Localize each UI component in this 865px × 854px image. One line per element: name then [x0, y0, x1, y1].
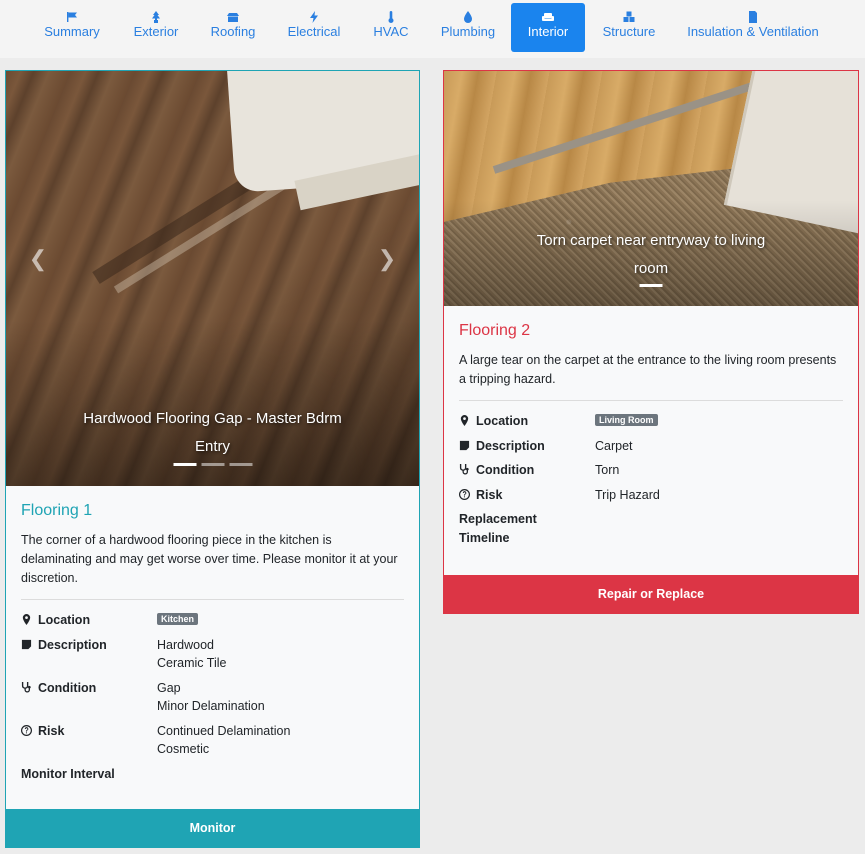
detail-label: Condition [476, 463, 535, 477]
tab-insulation-ventilation[interactable]: Insulation & Ventilation [682, 3, 824, 52]
divider [21, 599, 404, 600]
location-badge: Kitchen [157, 613, 199, 625]
carousel-indicator[interactable] [229, 463, 252, 466]
cubes-icon [595, 3, 663, 23]
detail-label: Risk [38, 723, 65, 738]
photo-carousel[interactable]: Torn carpet near entryway to living room [444, 71, 858, 306]
card-title: Flooring 1 [21, 502, 93, 519]
tab-plumbing[interactable]: Plumbing [434, 3, 502, 52]
tab-label: Structure [602, 24, 656, 39]
divider [459, 400, 843, 401]
detail-label: Condition [38, 680, 97, 695]
tab-label: Exterior [133, 24, 179, 39]
detail-label: Risk [476, 487, 503, 502]
tab-electrical[interactable]: Electrical [281, 3, 347, 52]
tab-summary[interactable]: Summary [36, 3, 108, 52]
category-tabs: Summary Exterior Roofing Electrical HVAC… [0, 0, 865, 58]
tab-label: HVAC [373, 24, 409, 39]
detail-row-description: Description Carpet [459, 437, 843, 456]
detail-value: Continued Delamination [157, 723, 291, 738]
detail-value: Minor Delamination [157, 699, 265, 713]
tree-icon [126, 3, 186, 23]
detail-value: Gap [157, 680, 181, 695]
tab-label: Electrical [287, 24, 341, 39]
tab-label: Insulation & Ventilation [687, 24, 819, 39]
detail-row-location: Location Living Room [459, 412, 843, 431]
detail-value: Hardwood [157, 637, 214, 652]
detail-value: Carpet [595, 438, 633, 453]
location-badge: Living Room [595, 414, 658, 426]
card-description: A large tear on the carpet at the entran… [459, 353, 837, 386]
tab-interior[interactable]: Interior [511, 3, 585, 52]
photo-carousel[interactable]: ❮ ❯ Hardwood Flooring Gap - Master Bdrm … [6, 71, 419, 486]
card-title: Flooring 2 [459, 322, 531, 339]
stethoscope-icon [459, 464, 469, 475]
detail-row-condition: Condition Gap Minor Delamination [21, 679, 404, 716]
roof-icon [203, 3, 263, 23]
detail-label: Monitor Interval [21, 766, 115, 781]
detail-label: Replacement Timeline [459, 512, 537, 545]
water-drop-icon [434, 3, 502, 23]
detail-row-timeline: Replacement Timeline [459, 510, 843, 547]
flag-icon [36, 3, 108, 23]
detail-value: Trip Hazard [595, 487, 660, 502]
tab-label: Plumbing [440, 24, 496, 39]
sticky-note-icon [459, 440, 470, 450]
detail-label: Description [476, 438, 545, 453]
details-list: Location Living Room Description Carpet … [459, 412, 843, 547]
detail-row-description: Description Hardwood Ceramic Tile [21, 636, 404, 673]
stethoscope-icon [21, 681, 31, 693]
map-marker-icon [460, 415, 469, 426]
tab-structure[interactable]: Structure [595, 3, 663, 52]
carousel-prev-button[interactable]: ❮ [24, 245, 52, 273]
question-circle-icon [459, 488, 470, 500]
couch-icon [511, 3, 585, 23]
tab-hvac[interactable]: HVAC [366, 3, 416, 52]
carousel-indicator[interactable] [201, 463, 224, 466]
carousel-indicator[interactable] [173, 463, 196, 466]
detail-value: Cosmetic [157, 742, 210, 756]
carousel-indicator[interactable] [639, 284, 663, 287]
photo-caption: Torn carpet near entryway to living room [536, 232, 766, 277]
card-description: The corner of a hardwood flooring piece … [21, 533, 398, 585]
detail-row-risk: Risk Continued Delamination Cosmetic [21, 722, 404, 759]
carousel-indicators [173, 463, 252, 466]
carousel-next-button[interactable]: ❯ [373, 245, 401, 273]
question-circle-icon [21, 724, 32, 736]
carousel-indicators [639, 284, 663, 287]
detail-row-timeline: Monitor Interval [21, 765, 404, 784]
map-marker-icon [22, 614, 31, 625]
finding-card-flooring-2: Torn carpet near entryway to living room… [443, 70, 859, 614]
detail-row-risk: Risk Trip Hazard [459, 486, 843, 505]
document-icon [682, 3, 824, 23]
finding-card-flooring-1: ❮ ❯ Hardwood Flooring Gap - Master Bdrm … [5, 70, 420, 848]
card-body: Flooring 2 A large tear on the carpet at… [459, 321, 843, 553]
bolt-icon [281, 3, 347, 23]
photo-caption: Hardwood Flooring Gap - Master Bdrm Entr… [83, 410, 342, 455]
tab-label: Summary [44, 24, 100, 39]
detail-value: Ceramic Tile [157, 656, 227, 670]
tab-roofing[interactable]: Roofing [203, 3, 263, 52]
tab-label: Interior [527, 24, 569, 39]
repair-or-replace-button[interactable]: Repair or Replace [444, 575, 858, 613]
tab-label: Roofing [210, 24, 256, 39]
thermometer-icon [366, 3, 416, 23]
detail-label: Location [38, 613, 91, 627]
detail-label: Location [476, 414, 529, 428]
card-body: Flooring 1 The corner of a hardwood floo… [21, 501, 404, 789]
detail-value: Torn [595, 463, 620, 477]
sticky-note-icon [21, 639, 32, 649]
details-list: Location Kitchen Description Hardwood Cer… [21, 611, 404, 783]
monitor-button[interactable]: Monitor [6, 809, 419, 847]
tab-exterior[interactable]: Exterior [126, 3, 186, 52]
detail-label: Description [38, 637, 107, 652]
detail-row-condition: Condition Torn [459, 461, 843, 480]
detail-row-location: Location Kitchen [21, 611, 404, 630]
